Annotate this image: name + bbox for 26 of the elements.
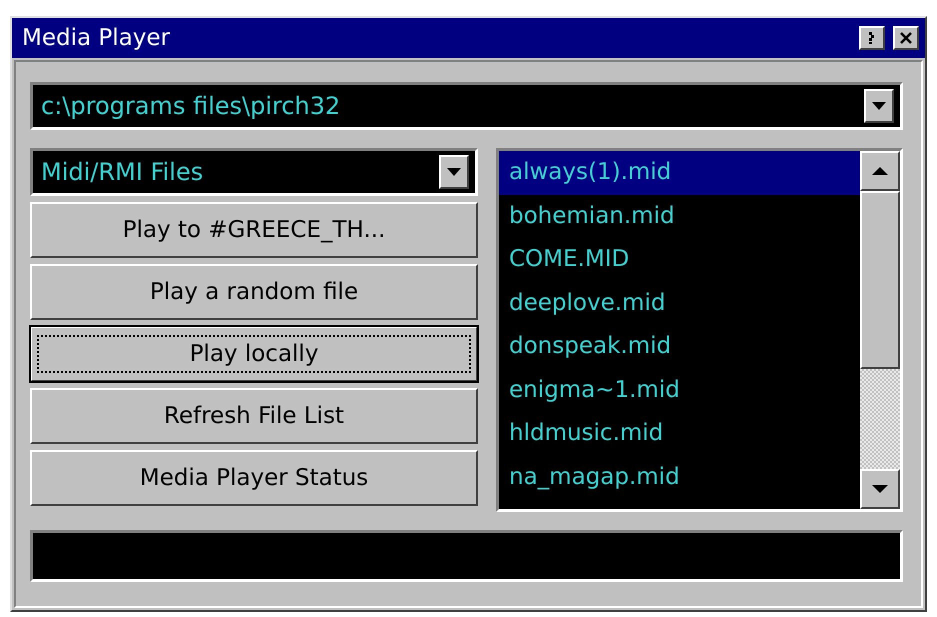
file-list-item[interactable]: na_magap.mid bbox=[499, 456, 860, 499]
scrollbar[interactable] bbox=[860, 151, 900, 509]
file-list-item[interactable]: always(1).mid bbox=[499, 151, 860, 194]
file-list-item[interactable]: deeplove.mid bbox=[499, 282, 860, 325]
window-title: Media Player bbox=[22, 25, 170, 51]
help-icon bbox=[868, 32, 876, 44]
file-list-item[interactable]: hldmusic.mid bbox=[499, 412, 860, 456]
file-list-item[interactable]: COME.MID bbox=[499, 238, 860, 282]
action-button[interactable]: Media Player Status bbox=[30, 450, 478, 506]
file-type-dropdown[interactable]: Midi/RMI Files bbox=[30, 148, 478, 196]
action-button[interactable]: Refresh File List bbox=[30, 388, 478, 444]
folder-dropdown[interactable]: c:\programs files\pirch32 bbox=[30, 82, 903, 130]
close-button[interactable] bbox=[893, 26, 919, 50]
action-button[interactable]: Play to #GREECE_TH... bbox=[30, 202, 478, 258]
file-list-item[interactable]: bohemian.mid bbox=[499, 194, 860, 238]
action-button[interactable]: Play a random file bbox=[30, 264, 478, 320]
file-list-item[interactable]: enigma~1.mid bbox=[499, 368, 860, 412]
action-button[interactable]: Play locally bbox=[30, 326, 478, 382]
scroll-down-button[interactable] bbox=[860, 469, 900, 509]
help-button[interactable] bbox=[859, 26, 885, 50]
down-arrow-icon bbox=[872, 485, 888, 493]
close-icon bbox=[900, 32, 912, 44]
scroll-up-button[interactable] bbox=[860, 151, 900, 191]
file-list-item[interactable]: donspeak.mid bbox=[499, 325, 860, 368]
scroll-thumb[interactable] bbox=[860, 191, 900, 369]
up-arrow-icon bbox=[872, 167, 888, 175]
